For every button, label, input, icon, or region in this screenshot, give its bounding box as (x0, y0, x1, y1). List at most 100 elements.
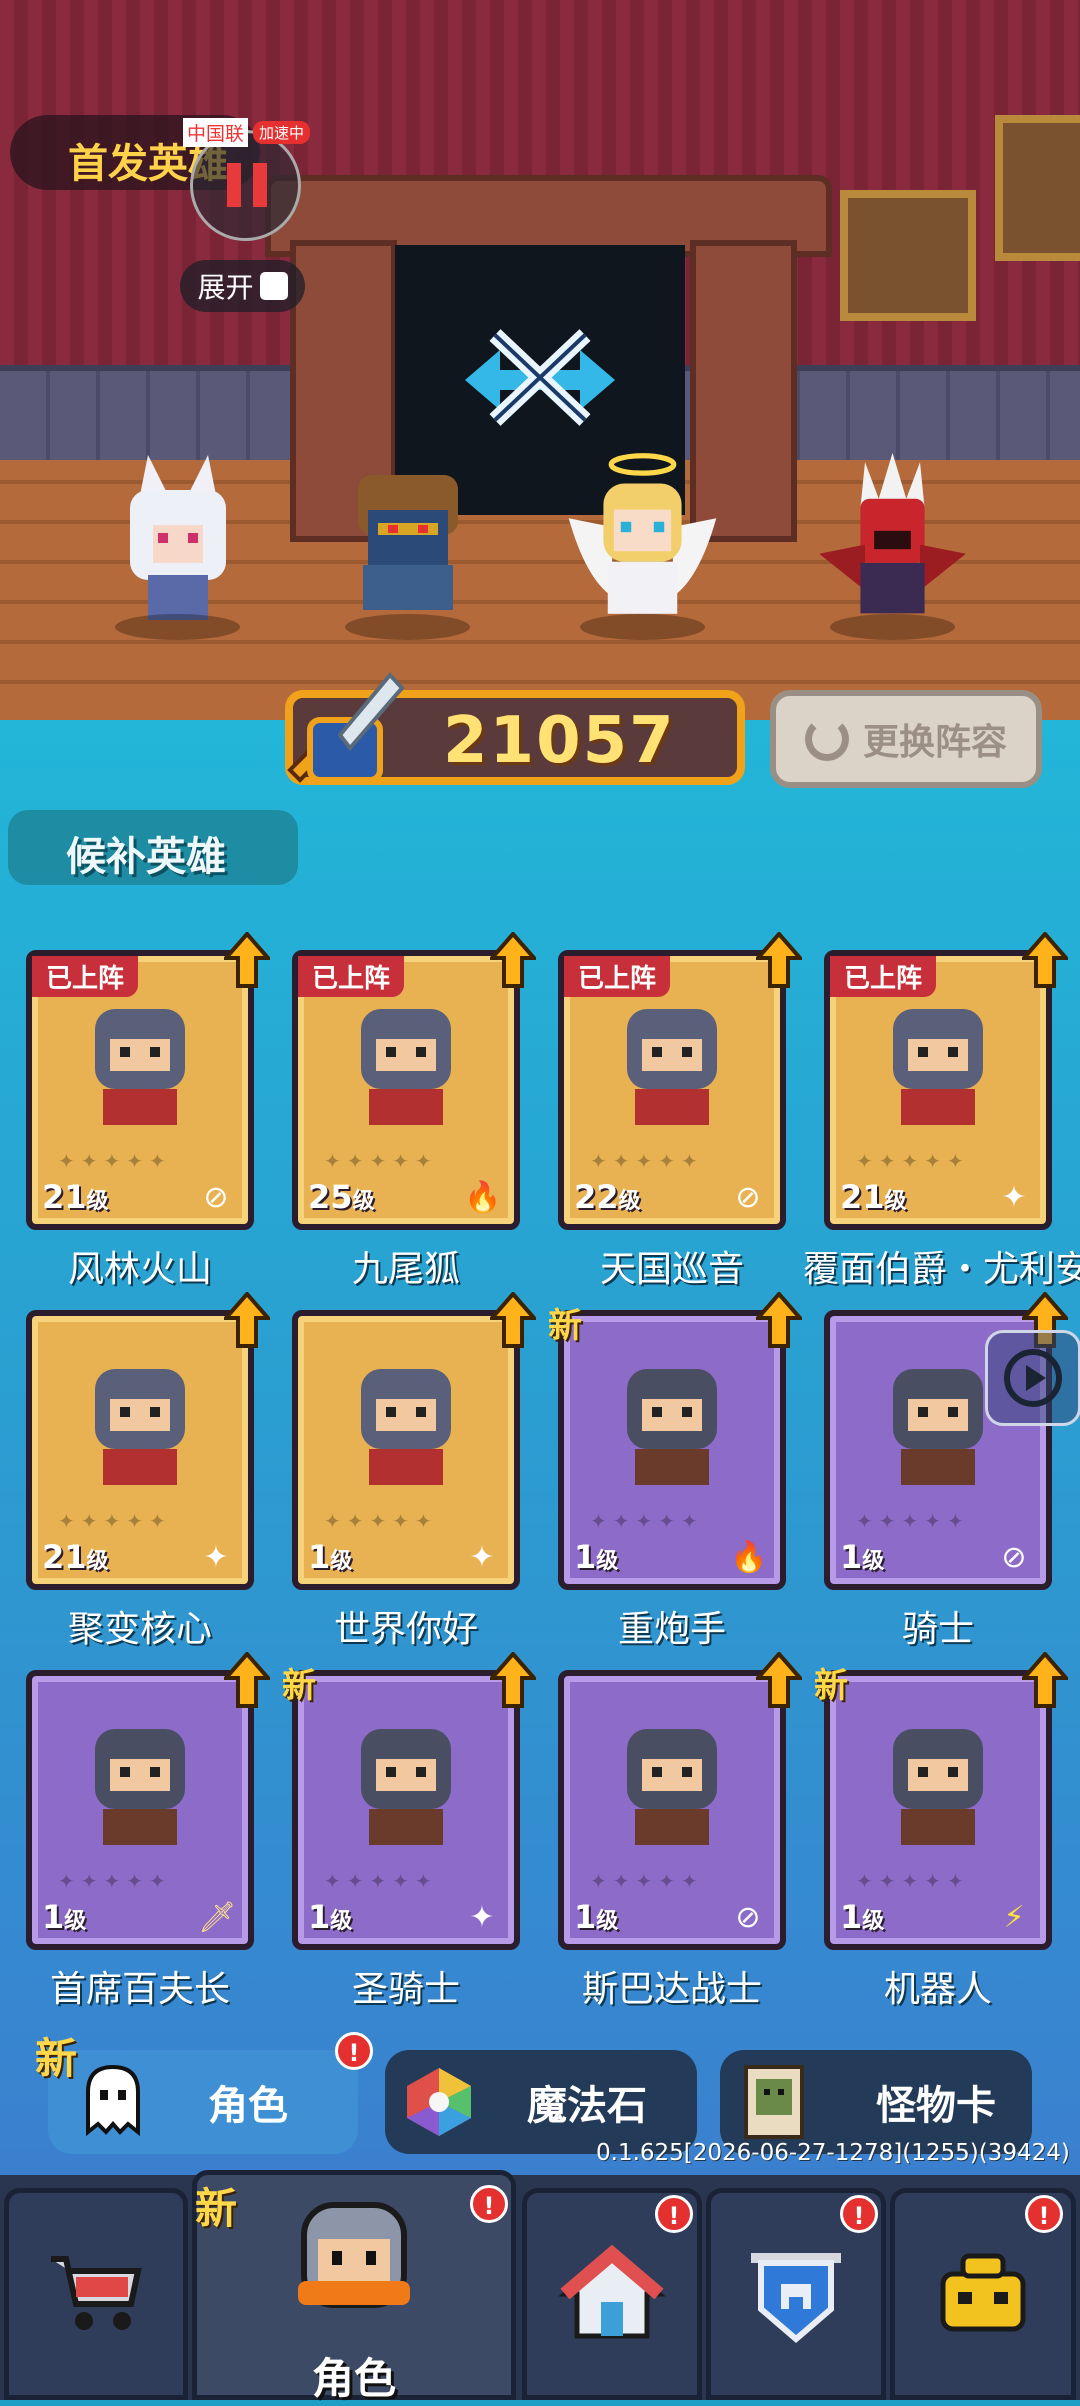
hero-level: 21级 (42, 1178, 109, 1216)
upgrade-arrow-icon[interactable] (224, 1292, 270, 1348)
hero-portrait-icon (328, 986, 483, 1141)
star-icon: ✦ (203, 1540, 229, 1575)
expand-button[interactable]: 展开 (180, 260, 305, 312)
hero-portrait-icon (62, 1346, 217, 1501)
upgrade-arrow-icon[interactable] (224, 932, 270, 988)
tab-magic-stone-label: 魔法石 (527, 2083, 647, 2129)
neutral-icon: ⊘ (735, 1180, 761, 1215)
hero-card[interactable]: 已上阵 ✦✦✦✦✦ 21级 ⊘ (26, 932, 270, 1230)
hero-card[interactable]: 已上阵 ✦✦✦✦✦ 25级 🔥 (292, 932, 536, 1230)
refresh-icon (804, 717, 849, 761)
hero-portrait-icon (860, 986, 1015, 1141)
hero-level: 1级 (308, 1538, 353, 1576)
hero-portrait-icon (594, 1346, 749, 1501)
hero-portrait-icon (860, 1706, 1015, 1861)
hero-card[interactable]: ✦✦✦✦✦ 1级 ✦ (292, 1292, 536, 1590)
monster-card-icon (744, 2065, 804, 2139)
star-rating: ✦✦✦✦✦ (58, 1869, 172, 1893)
hero-card[interactable]: 已上阵 ✦✦✦✦✦ 22级 ⊘ (558, 932, 802, 1230)
hero-portrait-icon (328, 1706, 483, 1861)
bench-heroes-label: 候补英雄 (66, 834, 226, 880)
hero-name: 世界你好 (333, 1609, 478, 1650)
hero-level: 1级 (574, 1538, 619, 1576)
neutral-icon: ⊘ (735, 1900, 761, 1935)
star-rating: ✦✦✦✦✦ (856, 1869, 970, 1893)
hero-level: 25级 (308, 1178, 375, 1216)
upgrade-arrow-icon[interactable] (490, 932, 536, 988)
star-rating: ✦✦✦✦✦ (590, 1869, 704, 1893)
crossed-swords-icon[interactable] (455, 320, 625, 440)
change-lineup-button[interactable]: 更换阵容 (770, 690, 1042, 788)
hero-portrait-icon (594, 986, 749, 1141)
lineup-hero-slot[interactable] (95, 440, 260, 640)
tab-monster-card-label: 怪物卡 (876, 2083, 996, 2129)
hero-card[interactable]: ✦✦✦✦✦ 1级 🗡 (26, 1652, 270, 1950)
masked-count-sprite-icon (357, 475, 458, 610)
nav-character-label: 角色 (311, 2354, 396, 2403)
upgrade-arrow-icon[interactable] (756, 1652, 802, 1708)
treasure-icon (940, 2253, 1026, 2332)
change-lineup-label: 更换阵容 (862, 722, 1007, 763)
hero-card[interactable]: 新 ✦✦✦✦✦ 1级 🔥 (548, 1292, 802, 1590)
star-rating: ✦✦✦✦✦ (324, 1149, 438, 1173)
star-icon: ✦ (469, 1900, 495, 1935)
hero-name: 机器人 (883, 1969, 992, 2010)
hero-name: 重炮手 (617, 1609, 726, 1650)
nav-shop[interactable] (4, 2188, 188, 2400)
portrait-frame-icon (995, 115, 1080, 261)
bench-heroes-tab[interactable]: 候补英雄 (8, 810, 298, 885)
lineup-hero-slot[interactable] (560, 440, 725, 640)
star-rating: ✦✦✦✦✦ (856, 1149, 970, 1173)
expand-icon (259, 272, 288, 300)
upgrade-arrow-icon[interactable] (224, 1652, 270, 1708)
hero-card[interactable]: ✦✦✦✦✦ 21级 ✦ (26, 1292, 270, 1590)
tab-character[interactable]: 角色 (48, 2050, 358, 2154)
hero-name: 斯巴达战士 (581, 1969, 762, 2010)
speed-badge: 加速中 (253, 121, 311, 144)
upgrade-arrow-icon[interactable] (1022, 1652, 1068, 1708)
upgrade-arrow-icon[interactable] (756, 932, 802, 988)
guild-banner-icon (751, 2253, 841, 2343)
knight-helmet-icon (298, 2202, 410, 2308)
upgrade-arrow-icon[interactable] (490, 1652, 536, 1708)
hero-name: 风林火山 (67, 1249, 212, 1290)
tab-character-label: 角色 (208, 2083, 288, 2129)
team-power-value: 21057 (443, 704, 676, 778)
upgrade-arrow-icon[interactable] (490, 1292, 536, 1348)
hero-card[interactable]: ✦✦✦✦✦ 1级 ⊘ (558, 1652, 802, 1950)
notification-badge: ! (470, 2185, 508, 2223)
hero-card[interactable]: 新 ✦✦✦✦✦ 1级 ⚡ (814, 1652, 1068, 1950)
upgrade-arrow-icon[interactable] (756, 1292, 802, 1348)
hero-level: 1级 (840, 1898, 885, 1936)
star-icon: ✦ (1001, 1180, 1027, 1215)
hero-level: 1级 (42, 1898, 87, 1936)
notification-badge: ! (840, 2195, 878, 2233)
lineup-hero-slot[interactable] (325, 440, 490, 640)
expand-label: 展开 (197, 271, 254, 304)
neutral-icon: ⊘ (203, 1180, 229, 1215)
hero-name: 天国巡音 (599, 1249, 744, 1290)
hero-card[interactable]: 新 ✦✦✦✦✦ 1级 ✦ (282, 1652, 536, 1950)
hero-level: 22级 (574, 1178, 641, 1216)
tab-monster-card[interactable]: 怪物卡 (720, 2050, 1032, 2154)
nine-tail-fox-sprite-icon (129, 455, 226, 620)
star-icon: ✦ (469, 1540, 495, 1575)
upgrade-arrow-icon[interactable] (1022, 932, 1068, 988)
new-badge: 新 (814, 1666, 848, 1706)
hero-name: 九尾狐 (351, 1249, 460, 1290)
floating-pause-button[interactable]: 中国联 加速中 (183, 118, 311, 241)
house-icon (558, 2244, 666, 2339)
portrait-frame-icon (840, 190, 976, 321)
play-icon[interactable] (985, 1330, 1080, 1426)
pause-icon (227, 163, 267, 207)
tab-magic-stone[interactable]: 魔法石 (385, 2050, 697, 2154)
magic-stone-icon (407, 2068, 471, 2136)
hero-card[interactable]: 已上阵 ✦✦✦✦✦ 21级 ✦ (824, 932, 1068, 1230)
sword-icon: 🗡 (198, 1900, 237, 1935)
power-sword-icon (287, 671, 405, 783)
hero-level: 1级 (574, 1898, 619, 1936)
floating-tag: 中国联 (183, 118, 249, 147)
version-label: 0.1.625[2026-06-27-1278](1255)(39424) (596, 2140, 1070, 2166)
lineup-hero-slot[interactable] (810, 440, 975, 640)
new-badge: 新 (35, 2034, 78, 2083)
